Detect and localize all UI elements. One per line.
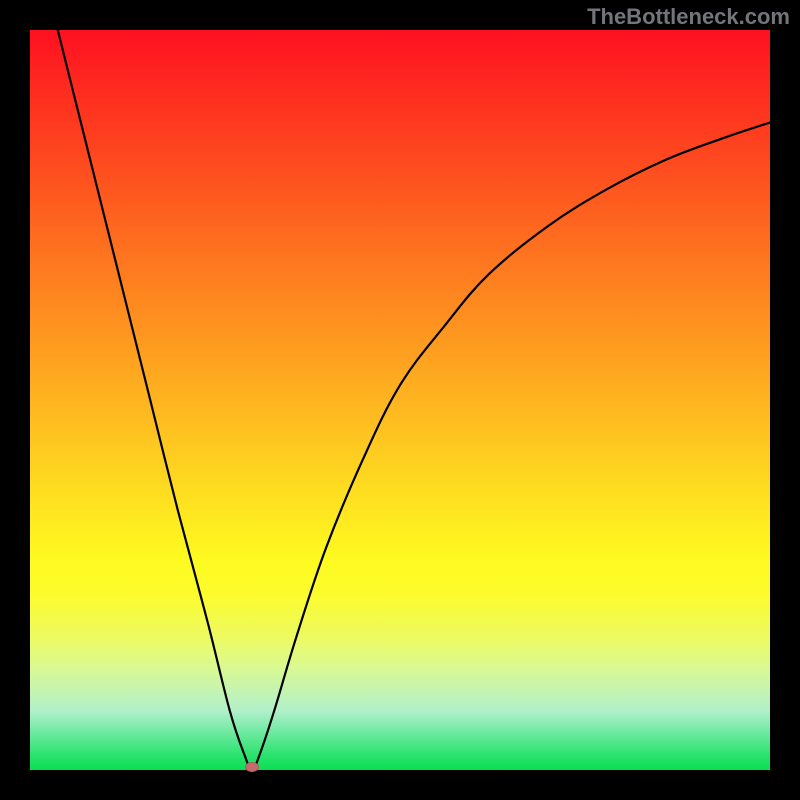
watermark-text: TheBottleneck.com	[587, 4, 790, 30]
chart-frame: TheBottleneck.com	[0, 0, 800, 800]
minimum-marker	[245, 762, 259, 772]
bottleneck-curve	[30, 30, 770, 770]
curve-svg	[30, 30, 770, 770]
plot-area	[30, 30, 770, 770]
